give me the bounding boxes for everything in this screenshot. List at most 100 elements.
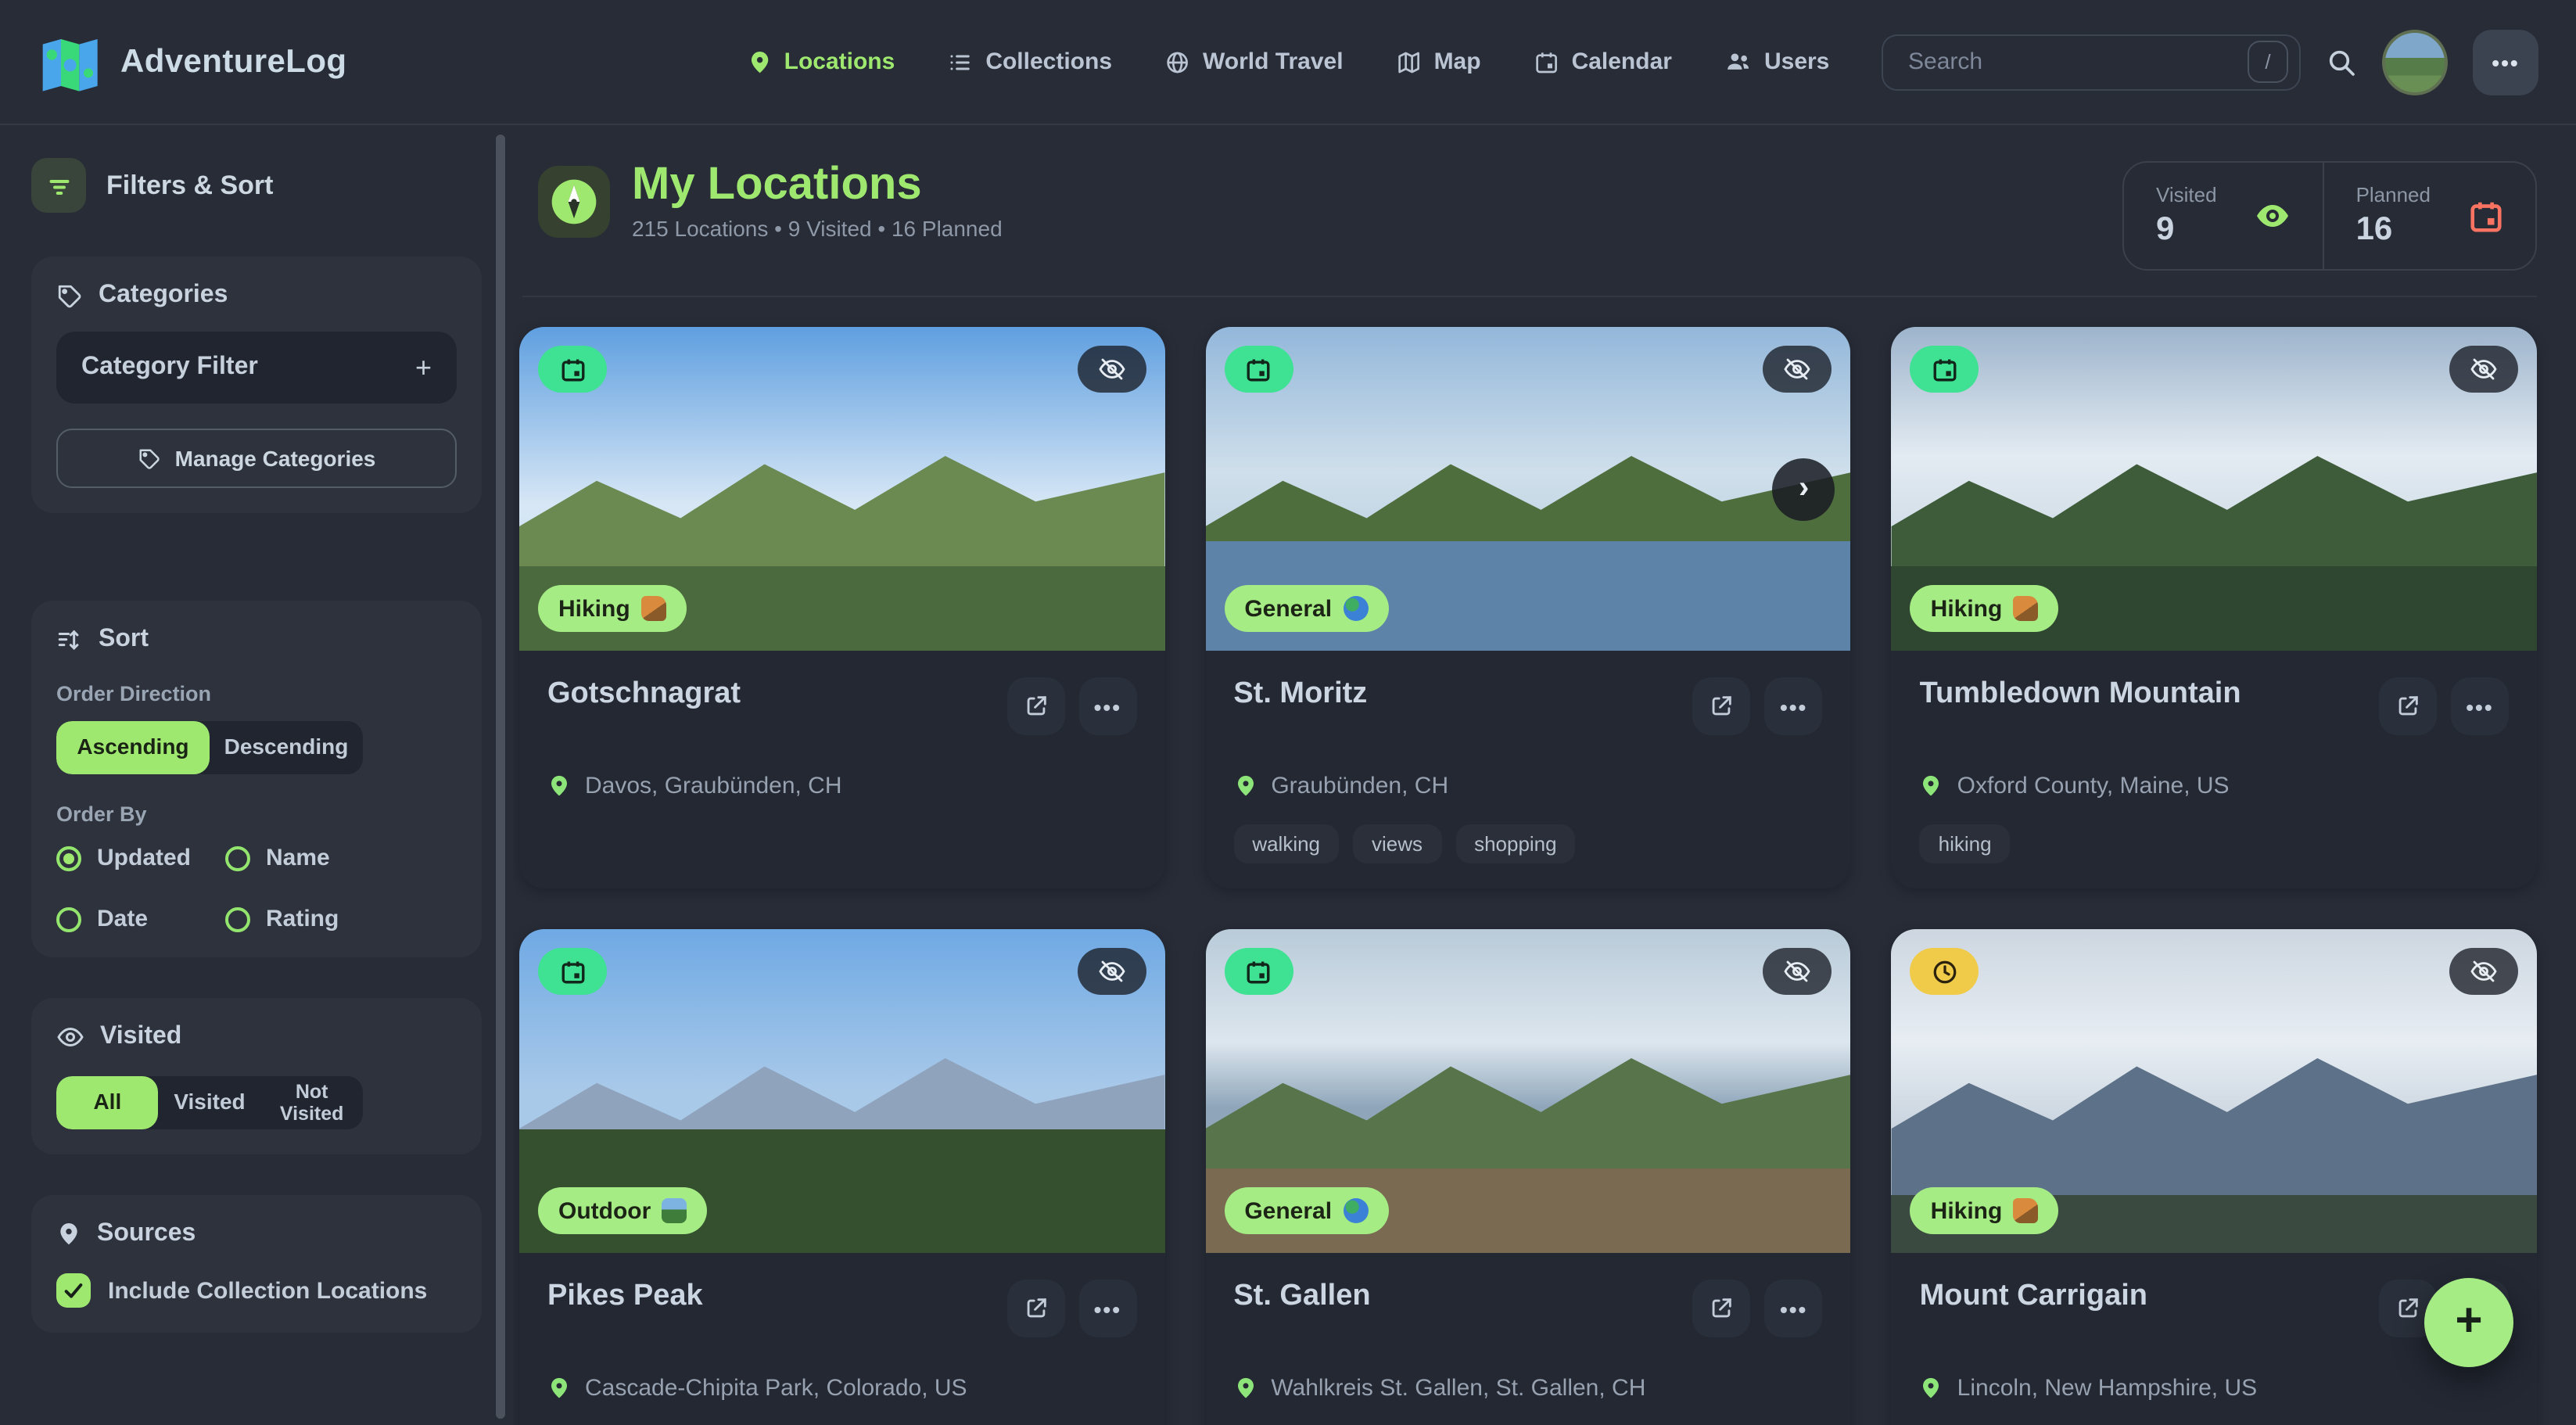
order-by-radios: Updated Name Date Rating [56,845,457,932]
hiking-boot-emoji-icon [641,596,666,621]
radio-circle-icon [225,845,250,870]
ellipsis-icon [1780,694,1807,719]
eye-off-icon[interactable] [1077,948,1146,995]
radio-rating[interactable]: Rating [225,906,457,932]
open-location-button[interactable] [1693,677,1751,735]
map-pin-icon [547,774,571,798]
nav-label: Collections [985,48,1112,75]
visited-toggle: All Visited Not Visited [56,1076,363,1129]
radio-name[interactable]: Name [225,845,457,871]
brand[interactable]: AdventureLog [38,31,347,93]
planned-stat: Planned 16 [2323,163,2535,269]
search-input[interactable] [1905,47,2248,77]
nav-label: World Travel [1203,48,1344,75]
location-region: Wahlkreis St. Gallen, St. Gallen, CH [1271,1375,1645,1402]
location-region: Davos, Graubünden, CH [585,773,842,799]
visited-not-visited-segment[interactable]: Not Visited [260,1076,363,1129]
include-collection-locations-checkbox[interactable]: Include Collection Locations [56,1273,457,1308]
users-icon [1725,48,1752,75]
open-location-button[interactable] [1006,677,1064,735]
radio-circle-icon [56,906,81,931]
nav-item-world-travel[interactable]: World Travel [1165,48,1344,75]
eye-off-icon[interactable] [1077,346,1146,393]
location-region-row: Cascade-Chipita Park, Colorado, US [547,1375,1136,1402]
page-title: My Locations [632,161,1003,209]
eye-off-icon[interactable] [1763,346,1832,393]
location-card-st-gallen[interactable]: General St. Gallen [1205,929,1850,1425]
tag-chip[interactable]: hiking [1920,824,2011,863]
navbar-menu-button[interactable] [2473,29,2538,95]
add-location-button[interactable]: + [2424,1278,2513,1367]
tag-chip[interactable]: views [1353,824,1441,863]
radio-date[interactable]: Date [56,906,225,932]
user-avatar[interactable] [2382,29,2448,95]
radio-label: Date [97,906,148,932]
open-location-button[interactable] [2379,677,2437,735]
map-pin-icon [747,49,772,74]
location-card-st-moritz[interactable]: › General St. Moritz [1205,327,1850,888]
map-pin-icon [547,1377,571,1400]
ellipsis-icon [2466,694,2493,719]
search-shortcut-kbd: / [2248,41,2288,83]
filter-icon [31,158,86,213]
eye-off-icon[interactable] [2449,948,2518,995]
card-menu-button[interactable] [2451,677,2509,735]
calendar-check-icon [538,346,607,393]
nav-item-locations[interactable]: Locations [747,48,895,75]
eye-off-icon[interactable] [1763,948,1832,995]
calendar-icon [2468,198,2504,234]
card-menu-button[interactable] [1078,1280,1136,1337]
category-badge: Outdoor [538,1187,707,1234]
eye-off-icon[interactable] [2449,346,2518,393]
location-region: Oxford County, Maine, US [1957,773,2230,799]
card-menu-button[interactable] [1765,1280,1823,1337]
location-region: Cascade-Chipita Park, Colorado, US [585,1375,967,1402]
filters-sidebar: Filters & Sort Categories Category Filte… [0,127,513,1425]
sidebar-scrollbar[interactable] [496,135,505,1419]
category-label: General [1244,595,1332,622]
radio-updated[interactable]: Updated [56,845,225,871]
map-pin-icon [1233,1377,1257,1400]
visited-visited-segment[interactable]: Visited [159,1076,261,1129]
radio-circle-icon [225,906,250,931]
category-filter-collapse[interactable]: Category Filter + [56,332,457,404]
nav-item-map[interactable]: Map [1397,48,1481,75]
visited-stat-label: Visited [2156,183,2217,206]
ascending-segment[interactable]: Ascending [56,721,210,774]
open-location-button[interactable] [1693,1280,1751,1337]
nav-label: Calendar [1572,48,1672,75]
manage-categories-button[interactable]: Manage Categories [56,429,457,488]
search-box[interactable]: / [1882,34,2301,90]
location-card-gotschnagrat[interactable]: Hiking Gotschnagrat [519,327,1164,888]
tag-chip[interactable]: walking [1233,824,1339,863]
open-location-button[interactable] [1006,1280,1064,1337]
location-photo: Hiking [519,327,1164,651]
descending-segment[interactable]: Descending [210,721,363,774]
location-card-tumbledown-mountain[interactable]: Hiking Tumbledown Mountain [1892,327,2537,888]
sort-card: Sort Order Direction Ascending Descendin… [31,601,482,957]
location-title: St. Gallen [1233,1280,1370,1316]
page-subtitle: 215 Locations • 9 Visited • 16 Planned [632,217,1003,242]
nav-item-users[interactable]: Users [1725,48,1829,75]
ellipsis-icon [1094,694,1121,719]
main-nav: Locations Collections World Travel Map [747,48,1830,75]
category-badge: General [1224,1187,1388,1234]
calendar-check-icon [1224,346,1293,393]
tag-chips: walking views shopping [1233,824,1822,863]
carousel-next-button[interactable]: › [1773,458,1835,520]
search-icon[interactable] [2326,46,2357,77]
map-pin-icon [56,1222,81,1247]
nav-item-collections[interactable]: Collections [948,48,1112,75]
location-card-pikes-peak[interactable]: Outdoor Pikes Peak [519,929,1164,1425]
radio-label: Name [266,845,330,871]
visited-card: Visited All Visited Not Visited [31,998,482,1154]
compass-icon [538,165,610,237]
category-label: Hiking [558,595,630,622]
tag-chip[interactable]: shopping [1455,824,1576,863]
card-menu-button[interactable] [1078,677,1136,735]
card-menu-button[interactable] [1765,677,1823,735]
national-park-emoji-icon [662,1198,687,1223]
checkbox-check-icon [56,1273,91,1308]
visited-all-segment[interactable]: All [56,1076,159,1129]
nav-item-calendar[interactable]: Calendar [1534,48,1672,75]
